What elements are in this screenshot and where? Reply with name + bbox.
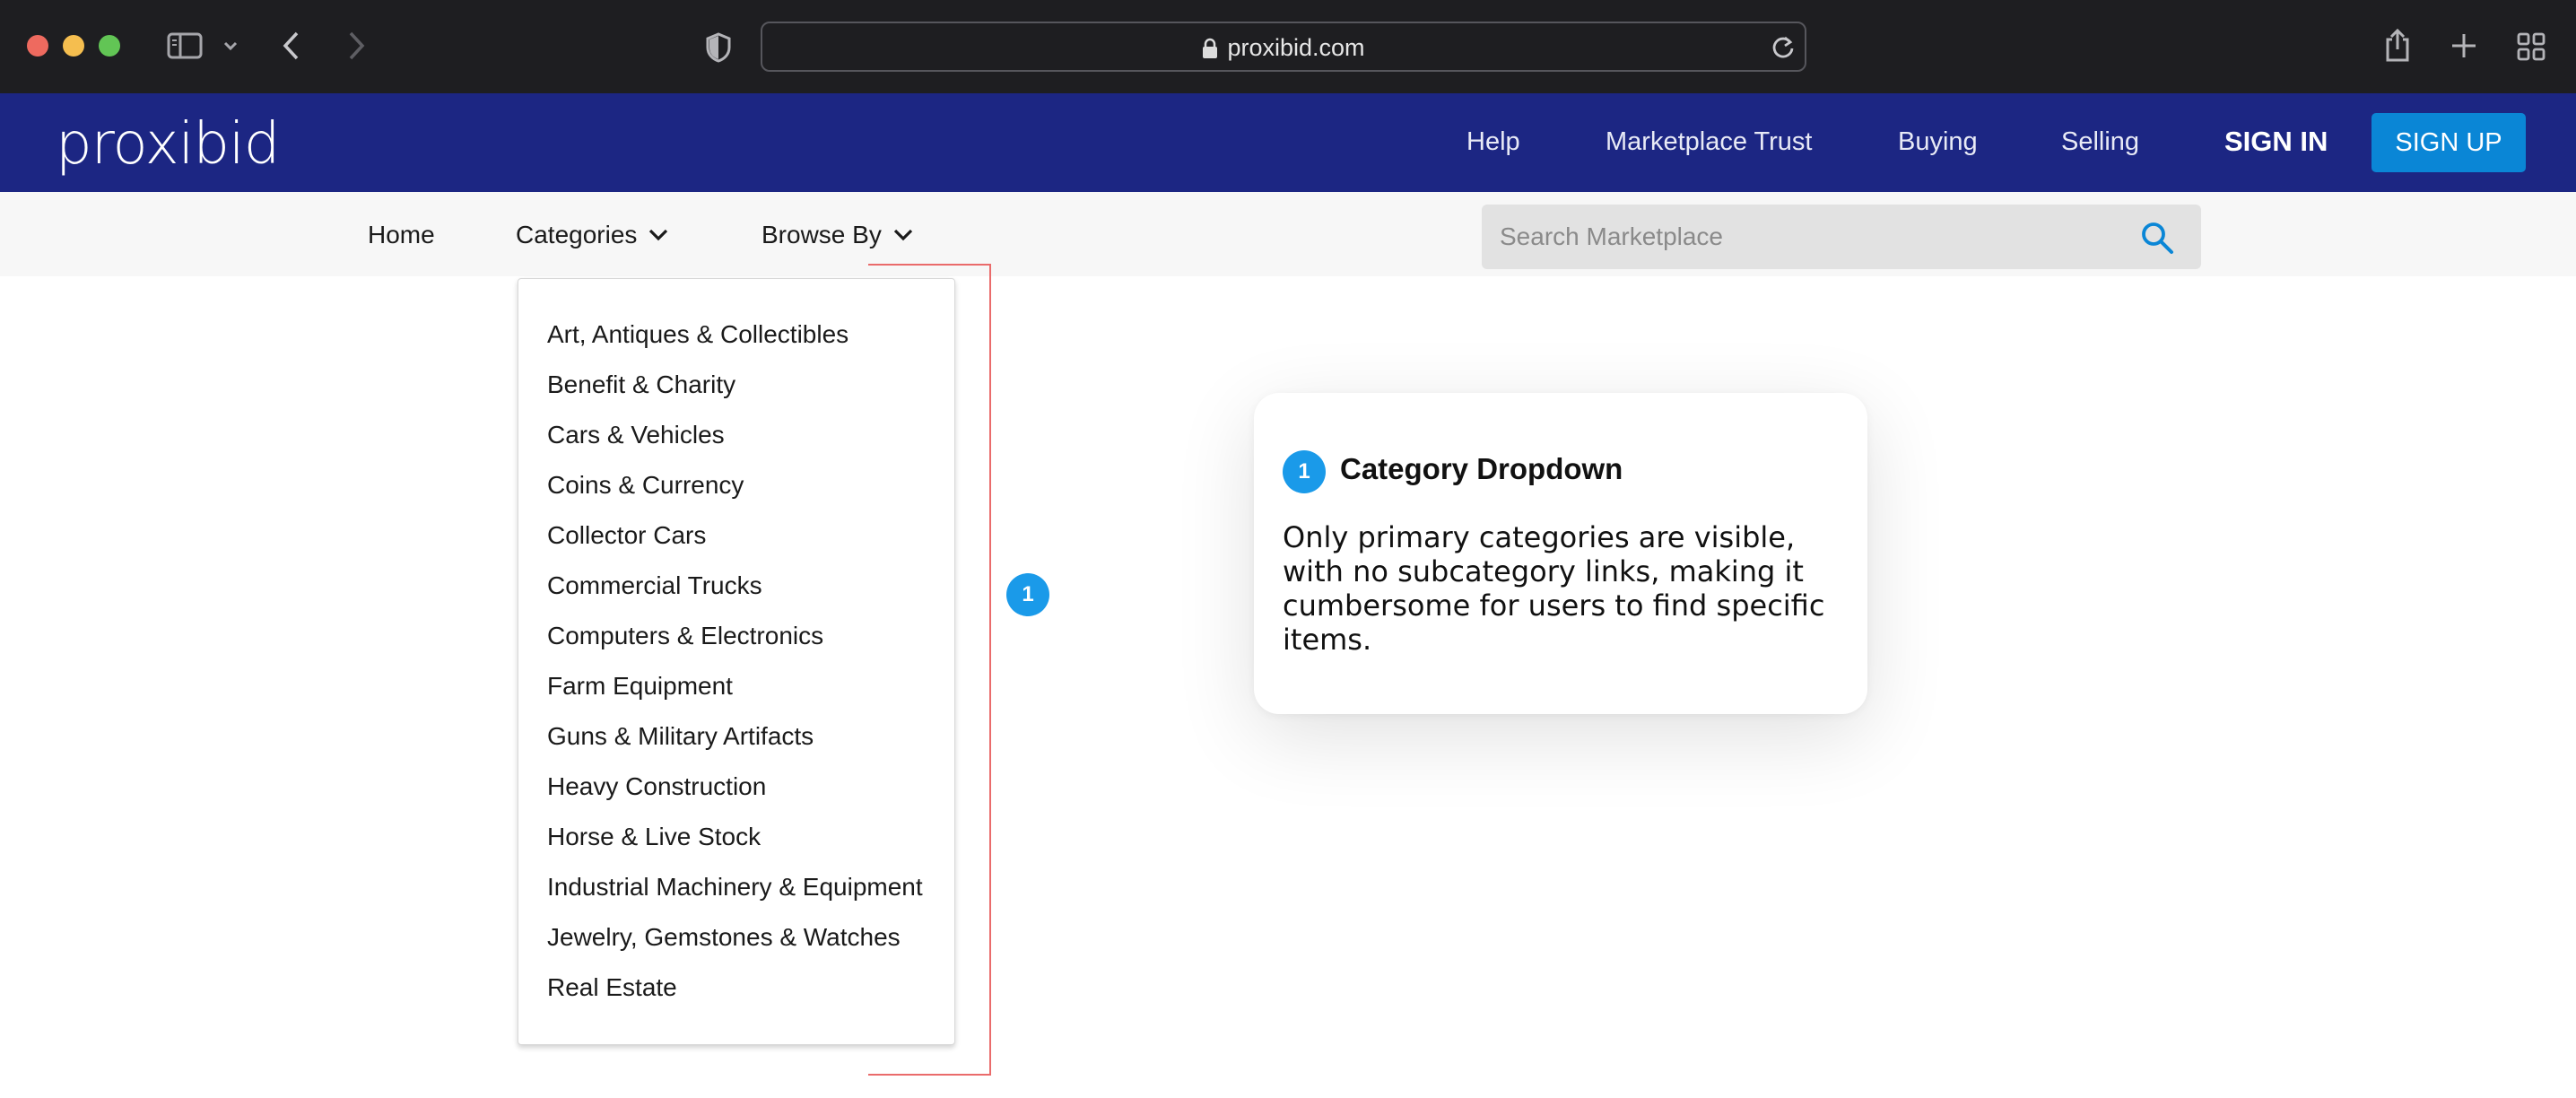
category-item[interactable]: Real Estate (547, 972, 923, 1022)
category-item[interactable]: Industrial Machinery & Equipment (547, 871, 923, 921)
browser-toolbar: proxibid.com (0, 0, 2576, 93)
tab-overview-icon[interactable] (2517, 32, 2546, 61)
subnav-browse-by[interactable]: Browse By (761, 221, 914, 249)
category-item[interactable]: Farm Equipment (547, 670, 923, 720)
category-item[interactable]: Benefit & Charity (547, 369, 923, 419)
category-item[interactable]: Cars & Vehicles (547, 419, 923, 469)
category-item[interactable]: Jewelry, Gemstones & Watches (547, 921, 923, 972)
sidebar-icon[interactable] (167, 31, 203, 60)
annotation-bracket (868, 264, 991, 1076)
category-item[interactable]: Computers & Electronics (547, 620, 923, 670)
sub-navigation: Home Categories Browse By (0, 192, 2576, 276)
annotation-marker: 1 (1006, 573, 1049, 616)
close-window-button[interactable] (27, 35, 48, 57)
category-list: Art, Antiques & Collectibles Benefit & C… (547, 318, 923, 1022)
shield-icon[interactable] (705, 32, 732, 63)
search-icon[interactable] (2140, 221, 2174, 255)
category-item[interactable]: Guns & Military Artifacts (547, 720, 923, 771)
chevron-down-icon (649, 229, 668, 241)
proxibid-logo[interactable]: proxibid (56, 111, 280, 178)
subnav-home-label: Home (368, 221, 435, 248)
subnav-categories[interactable]: Categories (516, 221, 669, 249)
site-header: proxibid Help Marketplace Trust Buying S… (0, 93, 2576, 192)
nav-marketplace-trust-link[interactable]: Marketplace Trust (1606, 127, 1812, 157)
screenshot-frame: proxibid.com proxibid Help Marketplace T… (0, 0, 2576, 1098)
nav-buying-link[interactable]: Buying (1898, 127, 1978, 157)
search-box (1482, 205, 2201, 269)
category-item[interactable]: Coins & Currency (547, 469, 923, 519)
subnav-categories-label: Categories (516, 221, 638, 248)
callout-title: Category Dropdown (1340, 452, 1623, 485)
sign-in-link[interactable]: SIGN IN (2224, 126, 2328, 158)
share-icon[interactable] (2384, 27, 2411, 63)
subnav-browse-by-label: Browse By (761, 221, 882, 248)
category-item[interactable]: Heavy Construction (547, 771, 923, 821)
category-item[interactable]: Commercial Trucks (547, 570, 923, 620)
back-icon[interactable] (282, 30, 301, 61)
forward-icon[interactable] (346, 30, 366, 61)
nav-selling-link[interactable]: Selling (2061, 127, 2139, 157)
chevron-down-icon (893, 229, 912, 241)
url-text: proxibid.com (1227, 34, 1365, 61)
annotation-callout: 1 Category Dropdown Only primary categor… (1254, 393, 1867, 714)
callout-number-badge: 1 (1283, 450, 1326, 493)
new-tab-icon[interactable] (2450, 32, 2477, 59)
chevron-down-icon[interactable] (222, 39, 239, 52)
reload-icon[interactable] (1771, 34, 1796, 61)
address-bar[interactable]: proxibid.com (761, 22, 1806, 72)
lock-icon (1203, 38, 1218, 58)
sign-up-button[interactable]: SIGN UP (2371, 113, 2526, 172)
search-input[interactable] (1482, 205, 2128, 269)
category-item[interactable]: Art, Antiques & Collectibles (547, 318, 923, 369)
callout-body: Only primary categories are visible, wit… (1283, 520, 1825, 657)
category-item[interactable]: Collector Cars (547, 519, 923, 570)
nav-help-link[interactable]: Help (1466, 127, 1520, 157)
minimize-window-button[interactable] (63, 35, 84, 57)
subnav-home[interactable]: Home (368, 221, 435, 249)
zoom-window-button[interactable] (99, 35, 120, 57)
category-item[interactable]: Horse & Live Stock (547, 821, 923, 871)
